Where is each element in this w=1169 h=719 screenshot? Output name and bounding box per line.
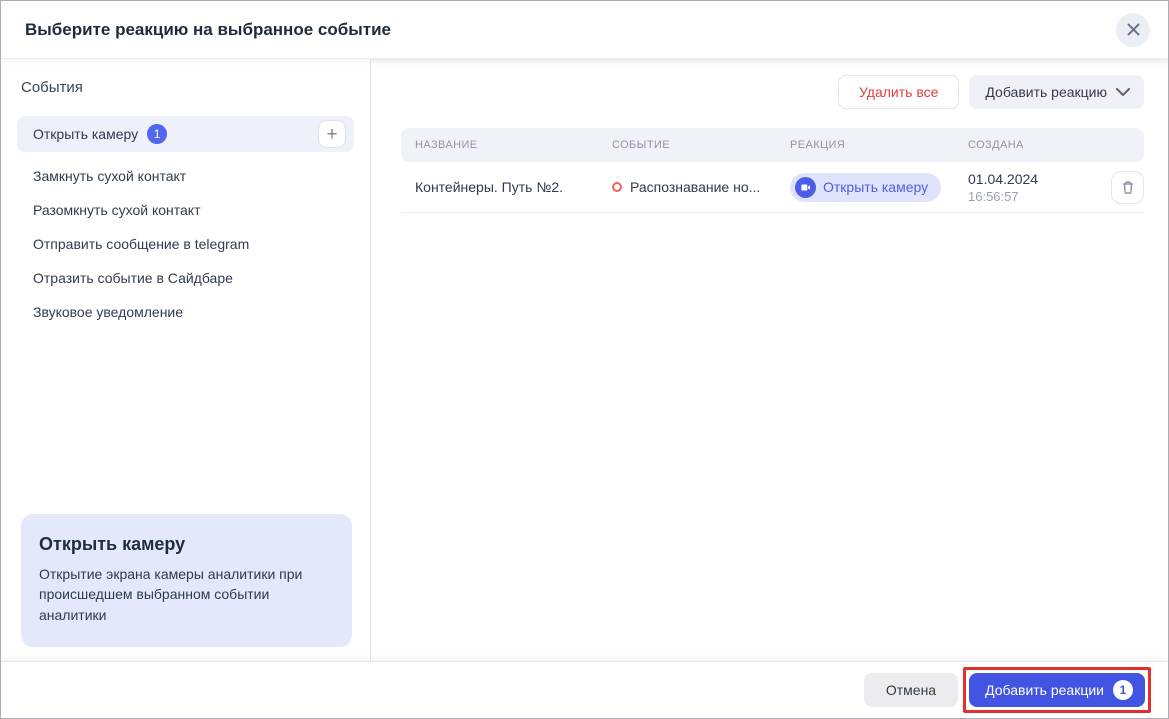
delete-all-button[interactable]: Удалить все	[838, 75, 959, 109]
sidebar-item-label: Открыть камеру	[33, 126, 138, 142]
sidebar-item-label: Звуковое уведомление	[33, 304, 183, 320]
dialog-title: Выберите реакцию на выбранное событие	[25, 20, 1116, 40]
close-icon	[1127, 23, 1140, 36]
sidebar-item-label: Отправить сообщение в telegram	[33, 236, 249, 252]
events-sidebar: События Открыть камеру 1 + Замкнуть сухо…	[1, 59, 371, 661]
add-reactions-submit-button[interactable]: Добавить реакции 1	[969, 673, 1145, 707]
column-header-name: НАЗВАНИЕ	[401, 139, 598, 151]
close-button[interactable]	[1116, 13, 1150, 47]
trash-icon	[1121, 180, 1135, 195]
sidebar-item-sound-notification[interactable]: Звуковое уведомление	[17, 295, 354, 329]
cancel-button[interactable]: Отмена	[864, 673, 958, 707]
sidebar-title: События	[21, 79, 370, 96]
camera-icon	[795, 177, 816, 198]
add-reaction-dropdown-label: Добавить реакцию	[985, 84, 1107, 100]
sidebar-item-telegram-message[interactable]: Отправить сообщение в telegram	[17, 227, 354, 261]
sidebar-item-label: Разомкнуть сухой контакт	[33, 202, 201, 218]
event-status-dot-icon	[612, 182, 622, 192]
count-badge: 1	[147, 124, 167, 144]
reaction-chip-label: Открыть камеру	[823, 179, 928, 195]
table-header-row: НАЗВАНИЕ СОБЫТИЕ РЕАКЦИЯ СОЗДАНА	[401, 128, 1144, 162]
cell-created: 01.04.2024 16:56:57	[954, 171, 1100, 204]
sidebar-item-label: Отразить событие в Сайдбаре	[33, 270, 233, 286]
plus-icon: +	[326, 125, 337, 144]
add-plus-button[interactable]: +	[318, 120, 346, 148]
reaction-dialog: Выберите реакцию на выбранное событие Со…	[0, 0, 1169, 719]
sidebar-item-sidebar-event[interactable]: Отразить событие в Сайдбаре	[17, 261, 354, 295]
sidebar-item-label: Замкнуть сухой контакт	[33, 168, 186, 184]
sidebar-item-open-camera[interactable]: Открыть камеру 1 +	[17, 116, 354, 152]
reactions-toolbar: Удалить все Добавить реакцию	[371, 65, 1168, 109]
event-label: Распознавание но...	[630, 179, 760, 195]
column-header-event: СОБЫТИЕ	[598, 139, 776, 151]
sidebar-item-close-dry-contact[interactable]: Замкнуть сухой контакт	[17, 159, 354, 193]
reactions-pane: Удалить все Добавить реакцию НАЗВАНИЕ СО…	[371, 59, 1168, 661]
delete-row-button[interactable]	[1111, 171, 1144, 204]
submit-count-badge: 1	[1113, 680, 1133, 700]
dialog-footer: Отмена Добавить реакции 1	[1, 661, 1168, 718]
dialog-body: События Открыть камеру 1 + Замкнуть сухо…	[1, 59, 1168, 661]
add-reaction-dropdown-button[interactable]: Добавить реакцию	[969, 75, 1144, 109]
chevron-down-icon	[1116, 88, 1130, 96]
highlight-annotation-rect: Добавить реакции 1	[963, 667, 1151, 713]
reaction-chip: Открыть камеру	[790, 173, 941, 202]
cell-event: Распознавание но...	[598, 179, 776, 195]
submit-label: Добавить реакции	[985, 682, 1104, 698]
cell-name: Контейнеры. Путь №2.	[401, 179, 598, 195]
info-box-description: Открытие экрана камеры аналитики при про…	[39, 564, 334, 625]
table-row: Контейнеры. Путь №2. Распознавание но...	[401, 162, 1144, 213]
info-box-title: Открыть камеру	[39, 534, 334, 555]
reactions-table: НАЗВАНИЕ СОБЫТИЕ РЕАКЦИЯ СОЗДАНА Контейн…	[401, 128, 1144, 213]
sidebar-item-open-dry-contact[interactable]: Разомкнуть сухой контакт	[17, 193, 354, 227]
cell-reaction: Открыть камеру	[776, 173, 954, 202]
created-time: 16:56:57	[968, 189, 1100, 204]
selected-event-info-box: Открыть камеру Открытие экрана камеры ан…	[21, 514, 352, 647]
column-header-created: СОЗДАНА	[954, 139, 1100, 151]
created-date: 01.04.2024	[968, 171, 1100, 187]
column-header-reaction: РЕАКЦИЯ	[776, 139, 954, 151]
dialog-header: Выберите реакцию на выбранное событие	[1, 1, 1168, 59]
